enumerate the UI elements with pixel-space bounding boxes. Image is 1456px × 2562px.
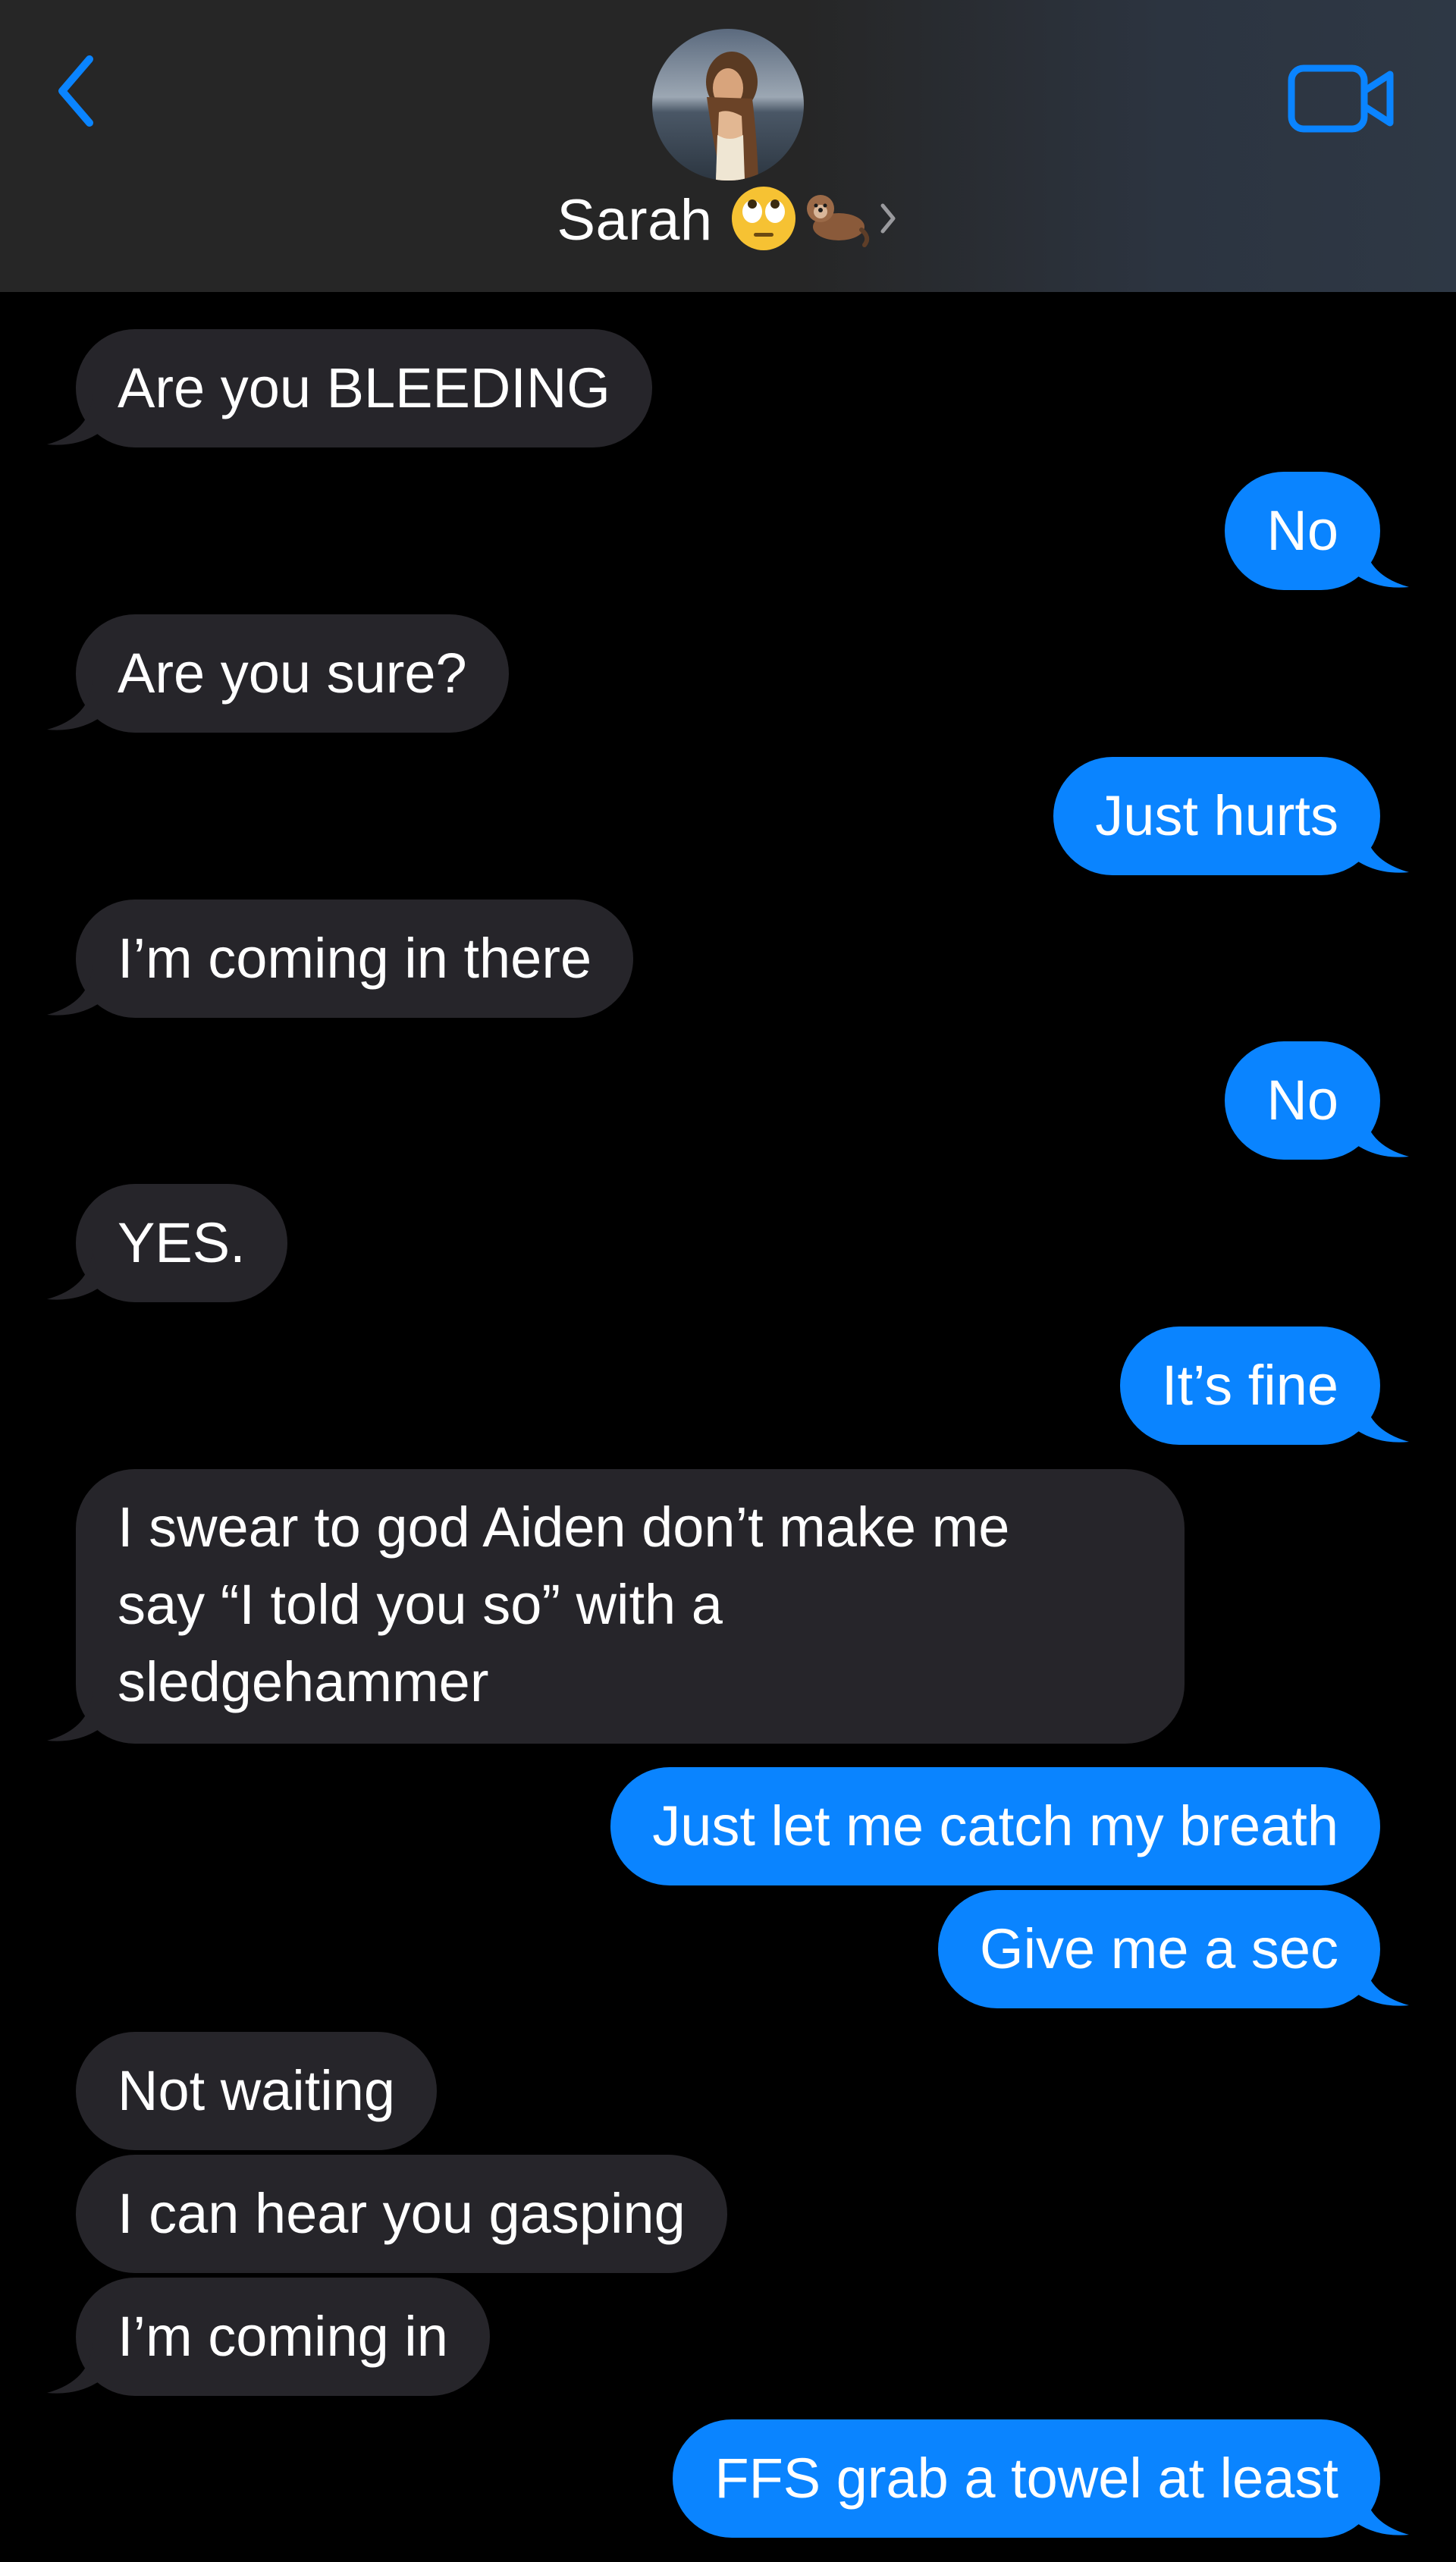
bubble-tail <box>1356 822 1409 873</box>
bubble-tail <box>1356 1392 1409 1443</box>
face-with-rolling-eyes-icon <box>730 184 798 256</box>
message-bubble-sent[interactable]: Just hurts <box>1053 757 1380 875</box>
message-bubble-received[interactable]: Are you BLEEDING <box>76 329 652 447</box>
message-bubble-received[interactable]: Not waiting <box>76 2032 438 2150</box>
message-bubble-received[interactable]: YES. <box>76 1184 287 1302</box>
chevron-right-icon <box>877 199 899 241</box>
bubble-tail <box>47 1691 100 1741</box>
video-call-button[interactable] <box>1282 61 1403 137</box>
contact-avatar[interactable] <box>652 29 804 181</box>
chevron-left-icon <box>58 55 93 127</box>
message-bubble-received[interactable]: I can hear you gasping <box>76 2155 727 2273</box>
conversation-header: Sarah <box>0 0 1456 292</box>
back-button[interactable] <box>46 46 106 137</box>
bubble-tail <box>47 394 100 445</box>
bubble-tail <box>1356 2485 1409 2535</box>
message-bubble-received[interactable]: I swear to god Aiden don’t make me say “… <box>76 1469 1185 1744</box>
message-bubble-received[interactable]: I’m coming in there <box>76 900 634 1018</box>
message-bubble-sent[interactable]: FFS grab a towel at least <box>673 2419 1380 2538</box>
bubble-tail <box>1356 537 1409 588</box>
message-bubble-sent[interactable]: Just let me catch my breath <box>610 1767 1380 1885</box>
message-bubble-sent[interactable]: Give me a sec <box>938 1890 1380 2008</box>
avatar-photo <box>652 29 804 181</box>
message-bubble-sent[interactable]: It’s fine <box>1119 1327 1380 1445</box>
bubble-tail <box>47 965 100 1016</box>
bubble-tail <box>1356 1107 1409 1157</box>
bubble-tail <box>47 2343 100 2394</box>
contact-details-link[interactable]: Sarah <box>0 182 1456 258</box>
bubble-tail <box>47 680 100 730</box>
otter-icon <box>799 184 872 256</box>
message-bubble-received[interactable]: Are you sure? <box>76 614 509 733</box>
bubble-tail <box>47 1249 100 1300</box>
contact-name: Sarah <box>557 187 713 253</box>
message-bubble-received[interactable]: I’m coming in <box>76 2278 490 2396</box>
bubble-tail <box>1356 1955 1409 2006</box>
video-camera-icon <box>1288 64 1394 133</box>
